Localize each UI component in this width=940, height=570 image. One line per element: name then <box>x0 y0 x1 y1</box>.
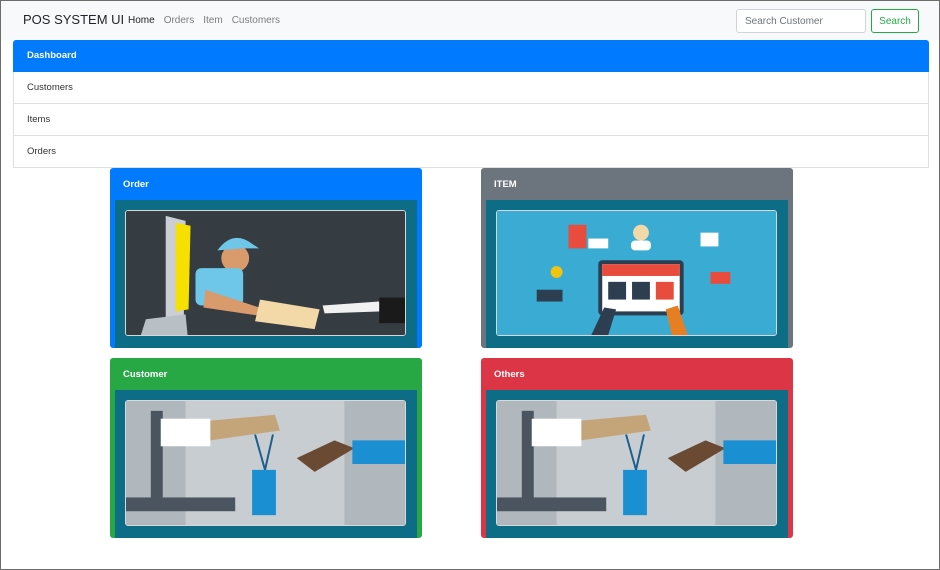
menu-item-orders[interactable]: Orders <box>13 136 929 168</box>
delivery-person-image <box>125 210 406 336</box>
nav-link-orders[interactable]: Orders <box>164 15 195 26</box>
top-navbar: POS SYSTEM UI Home Orders Item Customers… <box>1 1 939 40</box>
menu-item-customers[interactable]: Customers <box>13 72 929 104</box>
customer-card-body <box>115 390 417 538</box>
dashboard-menu: Dashboard Customers Items Orders <box>13 40 929 168</box>
search-customer-input[interactable] <box>736 9 866 33</box>
others-card[interactable]: Others <box>481 358 793 538</box>
order-card-body <box>115 200 417 348</box>
nav-link-customers[interactable]: Customers <box>232 15 280 26</box>
shopping-bag-handover-image <box>125 400 406 526</box>
menu-item-dashboard[interactable]: Dashboard <box>13 40 929 72</box>
nav-links: Home Orders Item Customers <box>128 15 280 26</box>
nav-link-item[interactable]: Item <box>203 15 222 26</box>
item-card[interactable]: ITEM <box>481 168 793 348</box>
brand-logo[interactable]: POS SYSTEM UI <box>23 12 124 27</box>
order-card-title: Order <box>123 178 149 190</box>
others-card-body <box>486 390 788 538</box>
menu-item-items[interactable]: Items <box>13 104 929 136</box>
item-card-title: ITEM <box>494 178 517 190</box>
order-card[interactable]: Order <box>110 168 422 348</box>
online-shop-image <box>496 210 777 336</box>
nav-link-home[interactable]: Home <box>128 15 155 26</box>
customer-card-title: Customer <box>123 368 168 380</box>
item-card-body <box>486 200 788 348</box>
customer-card[interactable]: Customer <box>110 358 422 538</box>
shopping-bag-handover-image <box>496 400 777 526</box>
search-button[interactable]: Search <box>871 9 919 33</box>
others-card-title: Others <box>494 368 525 380</box>
